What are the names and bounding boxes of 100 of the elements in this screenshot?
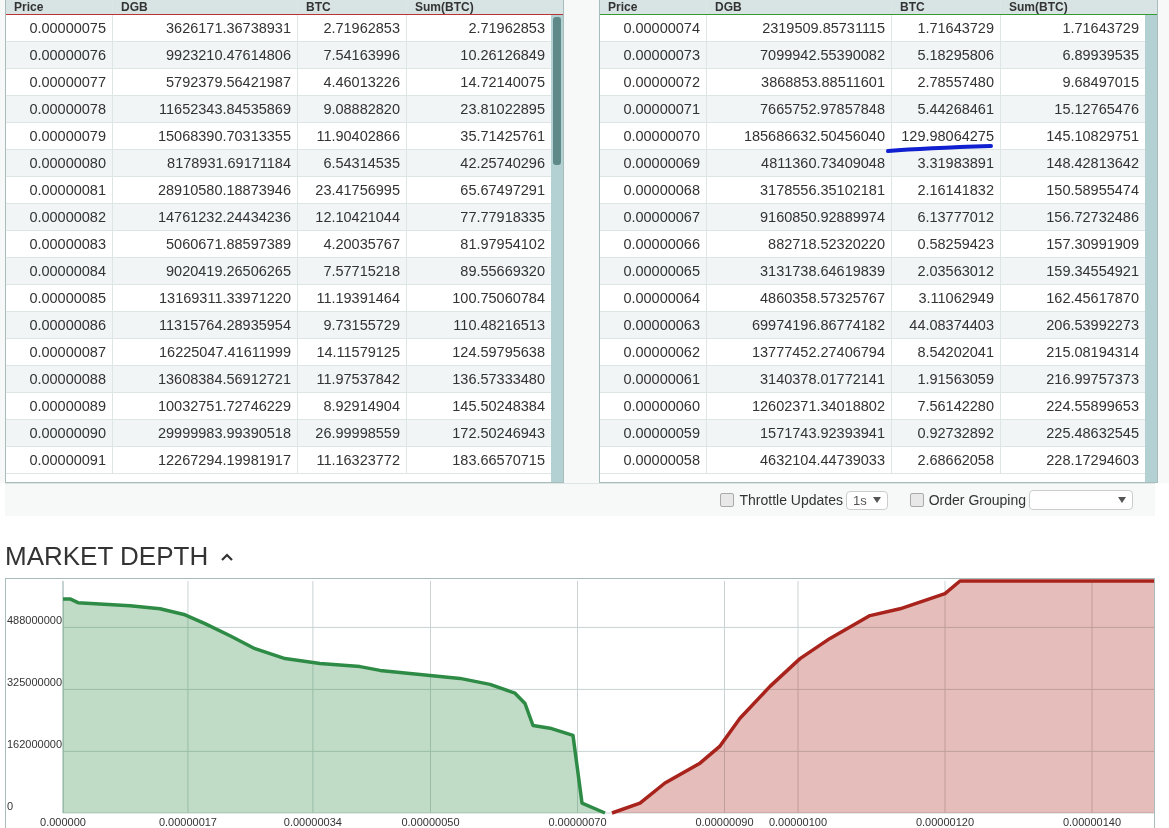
table-cell: 129.98064275 <box>892 123 1001 149</box>
table-cell: 0.00000076 <box>6 42 113 68</box>
table-cell: 6.13777012 <box>892 204 1001 230</box>
caret-icon <box>872 497 881 503</box>
checkbox-label: Order Grouping <box>928 492 1026 508</box>
table-cell: 2.16141832 <box>892 177 1001 203</box>
table-cell: 8.92914904 <box>298 393 407 419</box>
table-cell-text: 10.26126849 <box>459 46 546 65</box>
table-cell: 9923210.47614806 <box>113 42 298 68</box>
scrollbar-track[interactable] <box>551 15 563 482</box>
column-header[interactable]: BTC <box>298 1 407 14</box>
table-cell: 1.71643729 <box>892 15 1001 41</box>
table-cell: 0.00000088 <box>6 366 113 392</box>
axis-label: 0.00000100 <box>768 816 828 828</box>
table-cell: 14.11579125 <box>298 339 407 365</box>
table-cell: 5.18295806 <box>892 42 1001 68</box>
table-cell: 882718.52320220 <box>707 231 892 257</box>
table-cell-text: 65.67497291 <box>459 181 546 200</box>
table-cell: 0.00000083 <box>6 231 113 257</box>
table-cell: 0.00000066 <box>600 231 707 257</box>
checkbox[interactable] <box>720 493 735 507</box>
table-cell: 4.20035767 <box>298 231 407 257</box>
table-cell-text: 124.59795638 <box>451 343 546 362</box>
table-cell: 0.00000062 <box>600 339 707 365</box>
scrollbar-thumb[interactable] <box>553 17 561 165</box>
column-header[interactable]: Price <box>6 1 113 14</box>
table-cell-text: 14.72140075 <box>459 73 546 92</box>
column-header[interactable]: DGB <box>113 1 298 14</box>
table-cell: 11.97537842 <box>298 366 407 392</box>
column-header[interactable]: Sum(BTC) <box>1001 1 1145 14</box>
table-cell: 3.31983891 <box>892 150 1001 176</box>
column-header[interactable]: Price <box>600 1 707 14</box>
table-cell: 3131738.64619839 <box>707 258 892 284</box>
table-cell: 0.92732892 <box>892 420 1001 446</box>
axis-label: 0.00000034 <box>283 816 342 828</box>
table-cell-text: 42.25740296 <box>459 154 546 173</box>
table-cell: 4632104.44739033 <box>707 447 892 473</box>
table-cell: 0.00000079 <box>6 123 113 149</box>
table-cell: 0.00000082 <box>6 204 113 230</box>
table-cell: 5.44268461 <box>892 96 1001 122</box>
table-cell-text: 100.75060784 <box>451 289 546 308</box>
table-cell: 5792379.56421987 <box>113 69 298 95</box>
table-cell: 0.00000063 <box>600 312 707 338</box>
table-cell-text: 150.58955474 <box>1045 181 1140 200</box>
table-cell-text: 183.66570715 <box>451 451 546 470</box>
table-cell: 0.00000075 <box>6 15 113 41</box>
table-cell: 26.99998559 <box>298 420 407 446</box>
collapse-icon[interactable] <box>220 551 235 562</box>
column-header[interactable]: DGB <box>707 1 892 14</box>
table-cell: 185686632.50456040 <box>707 123 892 149</box>
table-cell: 8.54202041 <box>892 339 1001 365</box>
table-cell: 44.08374403 <box>892 312 1001 338</box>
table-cell: 3626171.36738931 <box>113 15 298 41</box>
axis-label: 0.00000070 <box>548 816 607 828</box>
grouping-select[interactable] <box>1029 490 1133 510</box>
table-cell-text: 23.81022895 <box>459 100 546 119</box>
table-cell: 3140378.01772141 <box>707 366 892 392</box>
table-cell: 10032751.72746229 <box>113 393 298 419</box>
table-cell: 13777452.27406794 <box>707 339 892 365</box>
axis-label: 488000000 <box>7 614 63 627</box>
table-cell: 3178556.35102181 <box>707 177 892 203</box>
table-cell-text: 145.10829751 <box>1045 127 1140 146</box>
table-cell: 0.58259423 <box>892 231 1001 257</box>
table-cell: 3868853.88511601 <box>707 69 892 95</box>
checkbox[interactable] <box>909 493 924 507</box>
table-cell: 29999983.99390518 <box>113 420 298 446</box>
table-cell: 28910580.18873946 <box>113 177 298 203</box>
table-cell: 0.00000065 <box>600 258 707 284</box>
table-cell: 2.78557480 <box>892 69 1001 95</box>
axis-label: 0.00000090 <box>695 816 754 828</box>
table-cell: 0.00000060 <box>600 393 707 419</box>
table-cell: 16225047.41611999 <box>113 339 298 365</box>
table-cell: 2.68662058 <box>892 447 1001 473</box>
axis-label: 162000000 <box>7 738 63 751</box>
scrollbar-track[interactable] <box>1145 15 1157 482</box>
column-header[interactable]: BTC <box>892 1 1001 14</box>
table-cell: 0.00000070 <box>600 123 707 149</box>
axis-label: 0.000000 <box>40 816 86 828</box>
column-header[interactable]: Sum(BTC) <box>407 1 551 14</box>
table-cell: 4.46013226 <box>298 69 407 95</box>
table-cell: 2.71962853 <box>298 15 407 41</box>
table-cell: 1571743.92393941 <box>707 420 892 446</box>
section-title: MARKET DEPTH <box>5 541 209 572</box>
table-cell-text: 156.72732486 <box>1045 208 1140 227</box>
table-cell: 11.16323772 <box>298 447 407 473</box>
table-cell: 69974196.86774182 <box>707 312 892 338</box>
table-cell: 6.54314535 <box>298 150 407 176</box>
table-cell-text: 77.77918335 <box>459 208 546 227</box>
interval-select[interactable]: 1s <box>846 490 888 510</box>
table-cell: 0.00000059 <box>600 420 707 446</box>
table-cell: 9.08882820 <box>298 96 407 122</box>
table-cell-text: 157.30991909 <box>1045 235 1140 254</box>
table-cell: 0.00000078 <box>6 96 113 122</box>
table-cell: 11.90402866 <box>298 123 407 149</box>
table-cell: 4860358.57325767 <box>707 285 892 311</box>
table-cell: 11315764.28935954 <box>113 312 298 338</box>
table-cell-text: 1.71643729 <box>1061 19 1140 38</box>
table-cell: 0.00000072 <box>600 69 707 95</box>
checkbox-label: Throttle Updates <box>739 492 843 508</box>
table-cell-text: 89.55669320 <box>459 262 546 281</box>
